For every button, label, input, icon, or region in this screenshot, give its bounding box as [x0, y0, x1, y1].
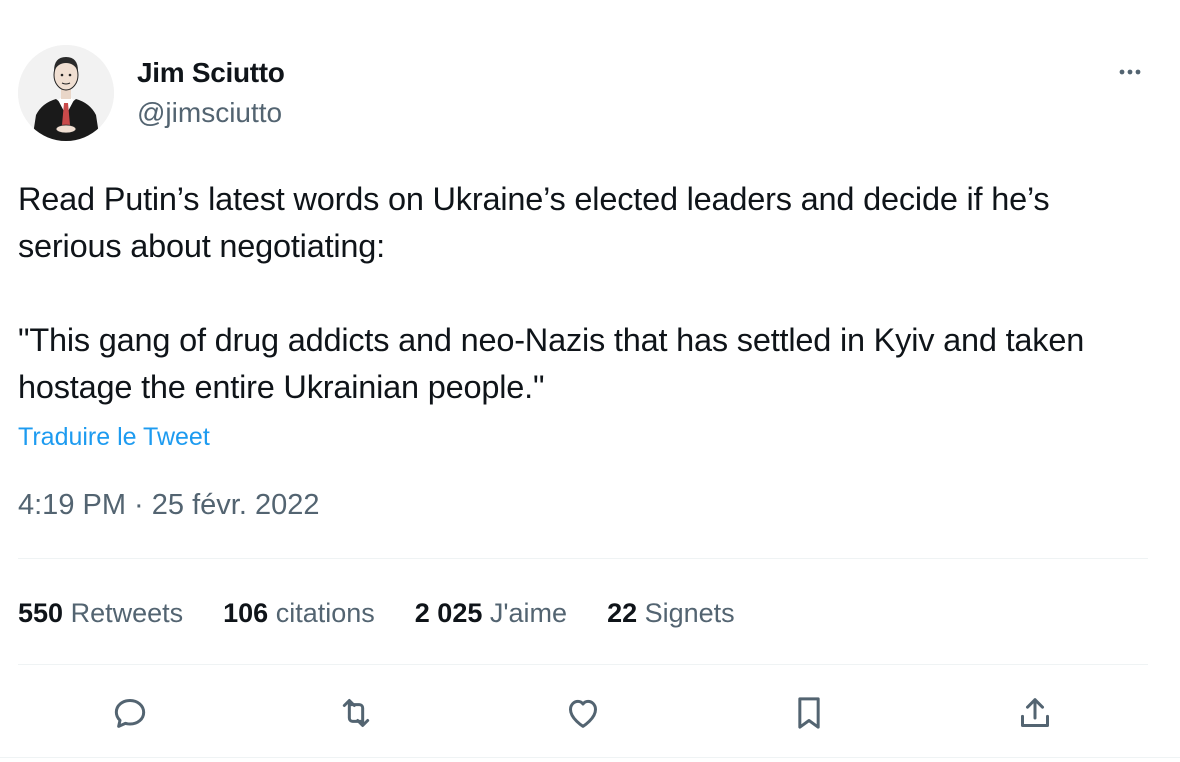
author-name[interactable]: Jim Sciutto [137, 56, 285, 90]
author-handle[interactable]: @jimsciutto [137, 96, 282, 130]
tweet-paragraph: Read Putin’s latest words on Ukraine’s e… [18, 181, 1059, 264]
like-icon [569, 699, 597, 728]
divider [0, 757, 1180, 758]
tweet-stats: 550 Retweets 106 citations 2 025 J'aime … [18, 594, 775, 632]
translate-tweet-link[interactable]: Traduire le Tweet [18, 420, 210, 454]
stat-bookmarks-label: Signets [644, 598, 735, 628]
stat-quotes-label: citations [275, 598, 375, 628]
share-button[interactable] [1010, 688, 1060, 738]
like-button[interactable] [558, 688, 608, 738]
divider [18, 558, 1148, 559]
stat-likes[interactable]: 2 025 J'aime [415, 594, 567, 632]
stat-retweets-count: 550 [18, 598, 64, 628]
divider [18, 664, 1148, 665]
bookmark-button[interactable] [784, 688, 834, 738]
tweet-text: Read Putin’s latest words on Ukraine’s e… [18, 176, 1158, 411]
share-icon [1021, 698, 1049, 727]
bookmark-icon [798, 697, 820, 729]
stat-bookmarks[interactable]: 22 Signets [607, 594, 735, 632]
more-options-button[interactable] [1108, 56, 1152, 88]
tweet-actions [0, 688, 1180, 738]
reply-button[interactable] [105, 688, 155, 738]
stat-quotes[interactable]: 106 citations [223, 594, 375, 632]
retweet-button[interactable] [331, 688, 381, 738]
stat-bookmarks-count: 22 [607, 598, 638, 628]
avatar[interactable] [18, 45, 114, 141]
stat-retweets-label: Retweets [70, 598, 184, 628]
tweet-timestamp[interactable]: 4:19 PM · 25 févr. 2022 [18, 486, 319, 524]
stat-retweets[interactable]: 550 Retweets [18, 594, 183, 632]
more-horizontal-icon [1119, 69, 1141, 75]
tweet-card: Jim Sciutto @jimsciutto Read Putin’s lat… [0, 0, 1180, 762]
reply-icon [114, 699, 146, 728]
tweet-quote-paragraph: "This gang of drug addicts and neo-Nazis… [18, 322, 1093, 405]
stat-likes-label: J'aime [489, 598, 568, 628]
retweet-icon [342, 699, 370, 727]
caricature-avatar-icon [18, 45, 114, 141]
stat-quotes-count: 106 [223, 598, 269, 628]
stat-likes-count: 2 025 [414, 598, 483, 628]
